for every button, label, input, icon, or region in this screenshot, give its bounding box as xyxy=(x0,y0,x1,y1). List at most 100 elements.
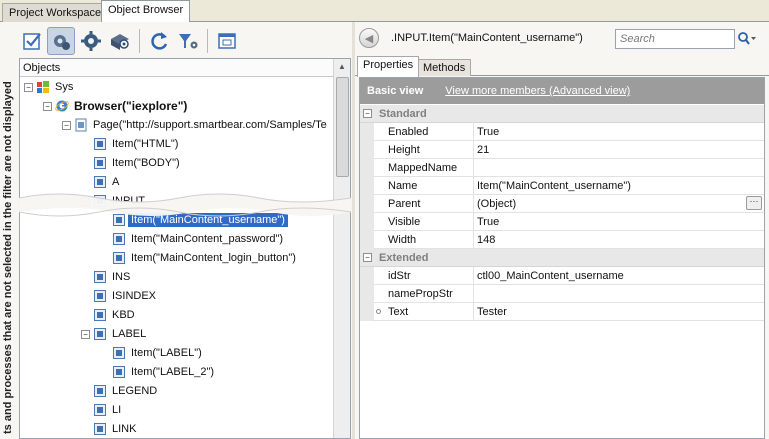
tree-node[interactable]: INS xyxy=(81,268,133,286)
tab-methods[interactable]: Methods xyxy=(417,59,472,76)
object-browser-toolbar xyxy=(12,24,352,58)
filter-notice-banner: ts and processes that are not selected i… xyxy=(0,22,19,439)
category-standard[interactable]: − Standard xyxy=(360,105,764,123)
row-gutter xyxy=(360,177,374,195)
category-label: Standard xyxy=(379,107,427,120)
refresh-button[interactable] xyxy=(145,27,173,55)
property-value[interactable]: True xyxy=(475,213,763,231)
search-input[interactable]: Search xyxy=(615,29,735,49)
property-value[interactable]: 148 xyxy=(475,231,763,249)
ie-icon xyxy=(55,100,69,112)
property-value[interactable]: (Object) xyxy=(475,195,763,213)
tree-node-label: ISINDEX xyxy=(112,290,157,302)
window-button[interactable] xyxy=(213,27,241,55)
property-row-idstr[interactable]: idStr ctl00_MainContent_username xyxy=(360,267,764,285)
property-value[interactable]: True xyxy=(475,123,763,141)
property-value[interactable]: ctl00_MainContent_username xyxy=(475,267,763,285)
property-value[interactable] xyxy=(475,285,763,303)
tree-node-label: A xyxy=(112,176,120,188)
tree-node-label: INS xyxy=(112,271,131,283)
collapse-toggle-icon[interactable]: − xyxy=(363,109,372,118)
tree-node[interactable]: − LABEL xyxy=(81,325,149,343)
tree-node[interactable]: Item("LABEL") xyxy=(100,344,205,362)
collapse-toggle-icon[interactable]: − xyxy=(81,196,90,206)
tree-node-label: Browser("iexplore") xyxy=(74,99,188,113)
process-filter-button[interactable] xyxy=(47,27,75,55)
tree-vertical-scrollbar[interactable]: ▲ xyxy=(333,59,350,438)
collapse-toggle-icon[interactable]: − xyxy=(24,82,33,92)
tree-node[interactable]: − Sys xyxy=(24,78,76,96)
tab-project-workspace[interactable]: Project Workspace xyxy=(2,3,109,22)
tree-node[interactable]: LI xyxy=(81,401,124,419)
show-checked-button[interactable] xyxy=(18,27,46,55)
settings-button[interactable] xyxy=(77,27,105,55)
object-path: .INPUT.Item("MainContent_username") xyxy=(391,32,583,44)
tree-node[interactable]: LINK xyxy=(81,420,139,438)
collapse-toggle-icon[interactable]: − xyxy=(363,253,372,262)
property-name: Visible xyxy=(374,213,474,231)
collapse-toggle-icon[interactable]: − xyxy=(81,329,90,339)
tree-node[interactable]: Item("HTML") xyxy=(81,135,181,153)
category-extended[interactable]: − Extended xyxy=(360,249,764,267)
filter-button[interactable] xyxy=(174,27,202,55)
property-row-enabled[interactable]: Enabled True xyxy=(360,123,764,141)
scroll-up-arrow-icon[interactable]: ▲ xyxy=(334,59,350,75)
advanced-view-link[interactable]: View more members (Advanced view) xyxy=(445,85,630,97)
collapse-toggle-icon[interactable]: − xyxy=(43,101,52,111)
item-icon xyxy=(94,271,106,283)
item-icon xyxy=(94,385,106,397)
item-icon xyxy=(113,252,125,264)
toolbar-separator xyxy=(139,29,140,53)
property-value[interactable]: 21 xyxy=(475,141,763,159)
object-tree[interactable]: Objects − Sys − Browser("iexplore") − Page("h… xyxy=(19,58,351,439)
tree-node[interactable]: Item("MainContent_username") xyxy=(100,211,289,229)
page-icon xyxy=(75,118,87,132)
property-row-height[interactable]: Height 21 xyxy=(360,141,764,159)
tree-node[interactable]: ISINDEX xyxy=(81,287,159,305)
scrollbar-thumb[interactable] xyxy=(336,77,349,177)
tree-node[interactable]: KBD xyxy=(81,306,138,324)
tree-node[interactable]: Item("BODY") xyxy=(81,154,183,172)
property-row-width[interactable]: Width 148 xyxy=(360,231,764,249)
property-row-parent[interactable]: Parent (Object) ··· xyxy=(360,195,764,213)
tree-node[interactable]: A xyxy=(81,173,122,191)
tree-node[interactable]: − INPUT xyxy=(81,192,148,210)
filter-notice-text: ts and processes that are not selected i… xyxy=(2,81,14,434)
tab-object-browser[interactable]: Object Browser xyxy=(101,0,191,22)
item-icon xyxy=(94,423,106,435)
back-button[interactable]: ◀ xyxy=(359,28,379,48)
tree-node[interactable]: Item("LABEL_2") xyxy=(100,363,217,381)
document-tabs: Project Workspace Object Browser xyxy=(0,0,769,22)
tree-node[interactable]: − Browser("iexplore") xyxy=(43,97,190,115)
tree-node[interactable]: Item("MainContent_password") xyxy=(100,230,286,248)
ellipsis-button[interactable]: ··· xyxy=(746,196,762,210)
search-button[interactable] xyxy=(736,29,758,49)
tree-node-label: Item("MainContent_username") xyxy=(127,212,289,228)
tab-properties[interactable]: Properties xyxy=(357,56,420,77)
property-value[interactable]: Item("MainContent_username") xyxy=(475,177,763,195)
property-row-visible[interactable]: Visible True xyxy=(360,213,764,231)
property-row-namepropstr[interactable]: namePropStr xyxy=(360,285,764,303)
property-row-text[interactable]: Text Tester xyxy=(360,303,764,321)
tree-node[interactable]: − Page("http://support.smartbear.com/Samp… xyxy=(62,116,330,134)
property-name: Height xyxy=(374,141,474,159)
property-row-name[interactable]: Name Item("MainContent_username") xyxy=(360,177,764,195)
property-name: idStr xyxy=(374,267,474,285)
property-value[interactable] xyxy=(475,159,763,177)
item-icon xyxy=(113,233,125,245)
row-gutter xyxy=(360,285,374,303)
item-icon xyxy=(113,347,125,359)
item-icon xyxy=(94,176,106,188)
property-row-mappedname[interactable]: MappedName xyxy=(360,159,764,177)
collapse-toggle-icon[interactable]: − xyxy=(62,120,71,130)
tree-node[interactable]: Item("MainContent_login_button") xyxy=(100,249,299,267)
basic-view-bar: Basic view View more members (Advanced v… xyxy=(360,78,764,104)
property-value[interactable]: Tester xyxy=(475,303,763,321)
property-name: Name xyxy=(374,177,474,195)
object-tree-panel: ts and processes that are not selected i… xyxy=(0,22,352,439)
view-button[interactable] xyxy=(106,27,134,55)
row-gutter xyxy=(360,195,374,213)
property-name: namePropStr xyxy=(374,285,474,303)
property-name: Enabled xyxy=(374,123,474,141)
tree-node[interactable]: LEGEND xyxy=(81,382,160,400)
